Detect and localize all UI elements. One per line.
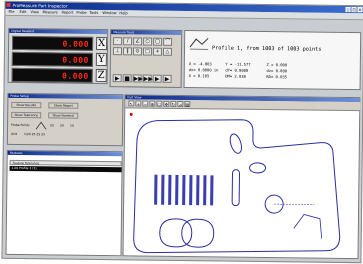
show-tolerance-button[interactable]: Show Tolerance [11, 111, 42, 119]
feature-list-panel: Features Feature Tolerance 1.00 Profile … [5, 149, 123, 257]
measure-icon[interactable]: ⊿ [177, 100, 184, 108]
show-report-button[interactable]: Show Report [48, 102, 79, 109]
zoom-window-icon[interactable]: ▢ [156, 100, 163, 107]
slot-7 [196, 175, 200, 206]
maximize-button[interactable]: □ [351, 7, 357, 13]
slot-1 [154, 174, 158, 205]
menu-report[interactable]: Report [61, 11, 73, 15]
menu-probe[interactable]: Probe [76, 11, 86, 15]
y-axis-button[interactable]: Y [95, 52, 107, 67]
crosshair-tool-button[interactable]: + [152, 47, 163, 56]
slot-8 [203, 175, 207, 206]
slot-array [154, 174, 214, 206]
menu-tools[interactable]: Tools [89, 11, 98, 15]
z-axis-button[interactable]: Z [95, 68, 107, 83]
rectangle-tool-button[interactable]: □ [142, 47, 153, 56]
probe-value-1[interactable]: 25 [50, 123, 54, 127]
corner-notch [293, 214, 323, 239]
zoom-out-icon[interactable]: − [142, 100, 149, 107]
part-outline [133, 119, 341, 254]
tools-title: Measure Tools [111, 30, 182, 35]
origin-marker [129, 112, 133, 116]
digital-readout-panel: Digital Readout 0.000 X 0.000 Y 0.000 Z [7, 27, 109, 85]
info-line-dimensions: X = 0.105 DM= 2.038 RD= 0.035 [188, 73, 288, 80]
feature-info-header: Profile 1, from 1003 of 1003 points [211, 45, 322, 53]
perpendicular-tool-button[interactable]: ⊥ [112, 47, 123, 56]
ellipse-tool-button[interactable]: ◯ [153, 37, 163, 46]
dro-title: Digital Readout [9, 28, 108, 35]
zoom-fit-icon[interactable]: ⊕ [149, 100, 156, 107]
pan-icon[interactable]: ✥ [163, 100, 170, 107]
menu-measure[interactable]: Measure [42, 10, 57, 14]
app-title: ProMeasure Part Inspector [12, 2, 68, 9]
desktop-screen: ProMeasure Part Inspector _ □ × File Edi… [1, 0, 363, 264]
probe-value-3[interactable]: 10 [70, 124, 74, 128]
close-button[interactable]: × [357, 7, 363, 13]
parallel-tool-button[interactable]: ∥ [122, 47, 133, 56]
print-icon[interactable]: ▤ [184, 101, 191, 108]
figure-eight-cutout [181, 218, 215, 248]
slot-5 [182, 174, 186, 206]
menu-help[interactable]: Help [119, 11, 127, 15]
rotate-icon[interactable]: ↻ [170, 100, 177, 107]
stop-button[interactable]: ■ [122, 74, 132, 83]
slot-3 [168, 174, 172, 205]
x-readout: 0.000 [11, 35, 94, 51]
unit-values: 1/20 25 25 25 [23, 132, 46, 137]
z-readout-value: 0.000 [62, 71, 89, 81]
keyhole-cutout [159, 218, 193, 248]
slot-9 [210, 175, 214, 206]
z-readout: 0.000 [11, 67, 93, 83]
probe-setup-panel: Probe Setup Show Results Show Report Sho… [6, 92, 124, 147]
x-readout-value: 0.000 [62, 39, 90, 49]
angle-tool-button[interactable]: ∠ [133, 37, 143, 46]
probe-points-label: Probe Points [11, 122, 30, 128]
concentric-tool-button[interactable]: ⊙ [132, 47, 143, 56]
show-results-button[interactable]: Show Results [11, 101, 42, 109]
fast-forward-button[interactable]: ▶▶ [142, 74, 153, 83]
feature-info-panel: Profile 1, from 1003 of 1003 points X = … [183, 30, 362, 91]
triangle-tool-button[interactable]: △ [162, 47, 173, 56]
step-forward-button[interactable]: ▶▶ [132, 74, 143, 83]
menu-edit[interactable]: Edit [19, 10, 26, 14]
x-axis-button[interactable]: X [95, 36, 108, 51]
list-item-selected[interactable]: 1.00 Profile 1 (1) [9, 165, 122, 173]
probe-value-2[interactable]: 20 [60, 123, 64, 127]
vertical-slot [231, 169, 241, 207]
oval-hole [249, 162, 267, 174]
list-title: Features [7, 150, 122, 157]
zoom-in-icon[interactable]: + [135, 100, 142, 107]
select-icon[interactable]: ↖ [128, 100, 135, 107]
slot-ellipse [229, 133, 242, 154]
arc-tool-button[interactable]: ⌒ [163, 37, 173, 46]
run-button[interactable]: ▶ [112, 74, 122, 83]
unit-label: Unit [10, 131, 18, 136]
menu-window[interactable]: Window [102, 11, 116, 15]
probe-title: Probe Setup [8, 93, 123, 100]
slot-6 [189, 175, 193, 206]
menu-view[interactable]: View [30, 10, 39, 14]
slot-4 [175, 174, 179, 205]
circle-tool-button[interactable]: ○ [143, 37, 153, 46]
show-nominal-button[interactable]: Show Nominal [48, 112, 79, 119]
part-drawing [129, 112, 341, 254]
y-readout: 0.000 [11, 51, 93, 67]
minimize-button[interactable]: _ [345, 6, 351, 13]
y-readout-value: 0.000 [62, 55, 89, 65]
play-end-button[interactable]: ▶ [162, 74, 172, 83]
menu-file[interactable]: File [8, 10, 14, 14]
line-tool-button[interactable]: / [123, 37, 133, 46]
app-icon [6, 2, 11, 7]
play-next-button[interactable]: ▶ [152, 74, 162, 83]
slot-2 [161, 174, 165, 205]
profile-icon [189, 37, 209, 50]
part-view-panel: Part View ↖ + − ⊕ ▢ ✥ ↻ ⊿ ▤ [122, 94, 361, 260]
measure-tools-panel: Measure Tools · / ∠ ○ ◯ ⌒ ⊥ ∥ ⊙ □ + △ ▶ … [109, 29, 183, 88]
point-tool-button[interactable]: · [113, 37, 123, 46]
probe-shape-icon [35, 121, 47, 130]
